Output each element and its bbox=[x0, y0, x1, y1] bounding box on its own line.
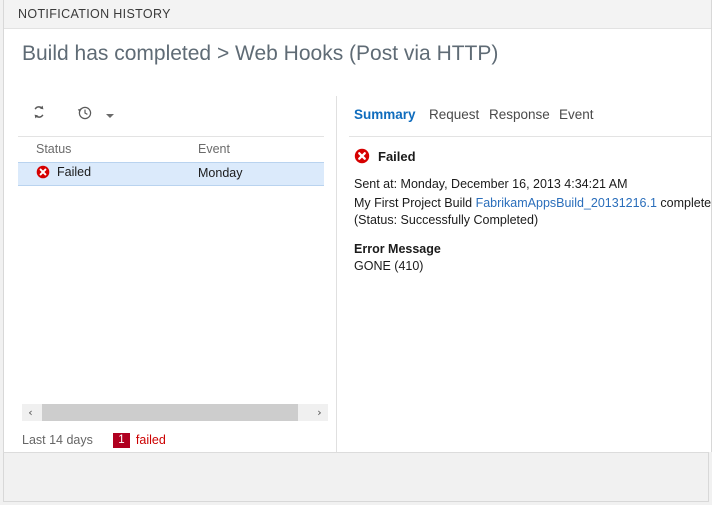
horizontal-scrollbar[interactable]: ‹ › bbox=[22, 404, 328, 421]
detail-status-label: Failed bbox=[378, 148, 416, 164]
window-backdrop bbox=[3, 452, 709, 502]
history-list-pane: Status Event Failed Monday ‹ › Last 14 d… bbox=[18, 96, 336, 452]
failed-count-badge: 1 bbox=[112, 432, 130, 448]
tab-summary[interactable]: Summary bbox=[354, 107, 416, 122]
scrollbar-thumb[interactable] bbox=[42, 404, 298, 421]
build-link[interactable]: FabrikamAppsBuild_20131216.1 bbox=[476, 196, 657, 210]
detail-body: My First Project Build FabrikamAppsBuild… bbox=[354, 195, 711, 229]
list-toolbar bbox=[18, 96, 324, 137]
titlebar: NOTIFICATION HISTORY bbox=[4, 0, 711, 29]
status-date-range: Last 14 days bbox=[22, 433, 93, 447]
error-message-heading: Error Message bbox=[354, 242, 441, 256]
list-status-bar: Last 14 days 1 failed bbox=[22, 430, 166, 450]
column-header-event: Event bbox=[198, 142, 230, 156]
detail-sent-at: Sent at: Monday, December 16, 2013 4:34:… bbox=[354, 177, 628, 191]
column-header-status: Status bbox=[36, 142, 72, 156]
scroll-left-arrow-icon[interactable]: ‹ bbox=[22, 404, 39, 421]
history-clock-icon bbox=[76, 106, 93, 125]
detail-body-prefix: My First Project Build bbox=[354, 196, 476, 210]
history-range-button[interactable] bbox=[76, 104, 116, 128]
table-header-row: Status Event bbox=[18, 138, 324, 162]
detail-pane: Summary Request Response Event Failed Se… bbox=[349, 96, 711, 452]
error-circle-x-icon bbox=[354, 148, 370, 164]
failed-label: failed bbox=[135, 433, 166, 447]
page-title: Build has completed > Web Hooks (Post vi… bbox=[22, 42, 499, 65]
scroll-right-arrow-icon[interactable]: › bbox=[311, 404, 328, 421]
titlebar-label: NOTIFICATION HISTORY bbox=[18, 7, 171, 21]
tab-response[interactable]: Response bbox=[489, 107, 550, 122]
error-message-text: GONE (410) bbox=[354, 259, 424, 273]
refresh-button[interactable] bbox=[31, 104, 57, 128]
notification-history-window: NOTIFICATION HISTORY Build has completed… bbox=[0, 0, 712, 505]
cell-status: Failed bbox=[36, 165, 91, 179]
table-row[interactable]: Failed Monday bbox=[18, 162, 324, 186]
pane-divider bbox=[336, 96, 337, 452]
error-circle-x-icon bbox=[36, 165, 50, 179]
cell-event: Monday bbox=[198, 166, 243, 180]
cell-status-label: Failed bbox=[57, 165, 92, 179]
detail-status: Failed bbox=[354, 148, 416, 164]
window-frame: NOTIFICATION HISTORY Build has completed… bbox=[3, 0, 712, 452]
tab-request[interactable]: Request bbox=[429, 107, 479, 122]
summary-panel: Failed Sent at: Monday, December 16, 201… bbox=[349, 138, 711, 452]
chevron-down-icon bbox=[106, 114, 114, 118]
tab-event[interactable]: Event bbox=[559, 107, 594, 122]
refresh-icon bbox=[31, 105, 47, 124]
detail-tabs: Summary Request Response Event bbox=[349, 96, 711, 137]
notification-table: Status Event Failed Monday bbox=[18, 138, 324, 186]
